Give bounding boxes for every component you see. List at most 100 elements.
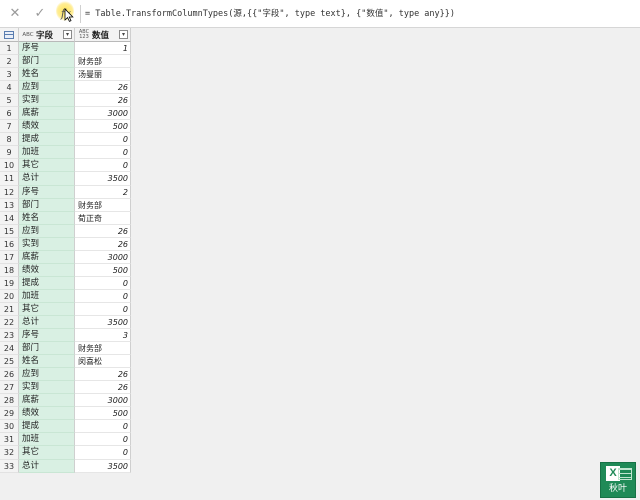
field-cell[interactable]: 加班 bbox=[19, 433, 75, 447]
value-cell[interactable]: 0 bbox=[75, 420, 131, 434]
field-cell[interactable]: 应到 bbox=[19, 224, 75, 238]
field-cell[interactable]: 提成 bbox=[19, 133, 75, 147]
row-number[interactable]: 30 bbox=[0, 420, 19, 434]
field-cell[interactable]: 序号 bbox=[19, 185, 75, 199]
row-number[interactable]: 25 bbox=[0, 355, 19, 369]
field-cell[interactable]: 绩效 bbox=[19, 120, 75, 134]
row-number[interactable]: 24 bbox=[0, 342, 19, 356]
row-number[interactable]: 7 bbox=[0, 120, 19, 134]
value-cell[interactable]: 0 bbox=[75, 302, 131, 316]
field-cell[interactable]: 加班 bbox=[19, 146, 75, 160]
row-number[interactable]: 3 bbox=[0, 68, 19, 82]
value-cell[interactable]: 0 bbox=[75, 433, 131, 447]
field-cell[interactable]: 实到 bbox=[19, 237, 75, 251]
value-cell[interactable]: 3500 bbox=[75, 172, 131, 186]
value-cell[interactable]: 0 bbox=[75, 289, 131, 303]
field-cell[interactable]: 实到 bbox=[19, 381, 75, 395]
field-cell[interactable]: 应到 bbox=[19, 368, 75, 382]
row-number[interactable]: 9 bbox=[0, 146, 19, 160]
field-cell[interactable]: 应到 bbox=[19, 81, 75, 95]
row-number[interactable]: 16 bbox=[0, 237, 19, 251]
field-cell[interactable]: 其它 bbox=[19, 446, 75, 460]
field-cell[interactable]: 底薪 bbox=[19, 394, 75, 408]
field-cell[interactable]: 底薪 bbox=[19, 250, 75, 264]
column-header-value[interactable]: ABC 123 数值 ▾ bbox=[75, 28, 131, 42]
row-number[interactable]: 29 bbox=[0, 407, 19, 421]
filter-dropdown-icon[interactable]: ▾ bbox=[119, 30, 128, 39]
value-cell[interactable]: 0 bbox=[75, 133, 131, 147]
field-cell[interactable]: 总计 bbox=[19, 315, 75, 330]
row-number[interactable]: 10 bbox=[0, 159, 19, 173]
row-number[interactable]: 19 bbox=[0, 276, 19, 290]
field-cell[interactable]: 底薪 bbox=[19, 107, 75, 121]
field-cell[interactable]: 总计 bbox=[19, 172, 75, 186]
value-cell[interactable]: 财务部 bbox=[75, 55, 131, 69]
value-cell[interactable]: 0 bbox=[75, 276, 131, 290]
row-number[interactable]: 15 bbox=[0, 224, 19, 238]
field-cell[interactable]: 其它 bbox=[19, 159, 75, 173]
check-icon[interactable]: ✓ bbox=[31, 5, 49, 23]
field-cell[interactable]: 序号 bbox=[19, 42, 75, 56]
value-cell[interactable]: 3 bbox=[75, 329, 131, 343]
field-cell[interactable]: 姓名 bbox=[19, 211, 75, 225]
row-number[interactable]: 33 bbox=[0, 459, 19, 473]
row-number[interactable]: 12 bbox=[0, 185, 19, 199]
field-cell[interactable]: 绩效 bbox=[19, 263, 75, 277]
row-number[interactable]: 4 bbox=[0, 81, 19, 95]
value-cell[interactable]: 500 bbox=[75, 120, 131, 134]
value-cell[interactable]: 3000 bbox=[75, 107, 131, 121]
row-number[interactable]: 31 bbox=[0, 433, 19, 447]
value-cell[interactable]: 0 bbox=[75, 146, 131, 160]
value-cell[interactable]: 26 bbox=[75, 94, 131, 108]
field-cell[interactable]: 部门 bbox=[19, 342, 75, 356]
text-type-icon[interactable]: ABC bbox=[21, 32, 35, 38]
row-number[interactable]: 2 bbox=[0, 55, 19, 69]
row-number[interactable]: 6 bbox=[0, 107, 19, 121]
value-cell[interactable]: 26 bbox=[75, 237, 131, 251]
value-cell[interactable]: 财务部 bbox=[75, 198, 131, 212]
row-number[interactable]: 22 bbox=[0, 315, 19, 330]
row-number[interactable]: 17 bbox=[0, 250, 19, 264]
value-cell[interactable]: 财务部 bbox=[75, 342, 131, 356]
row-number[interactable]: 32 bbox=[0, 446, 19, 460]
field-cell[interactable]: 其它 bbox=[19, 302, 75, 316]
row-number[interactable]: 18 bbox=[0, 263, 19, 277]
field-cell[interactable]: 姓名 bbox=[19, 68, 75, 82]
value-cell[interactable]: 26 bbox=[75, 368, 131, 382]
value-cell[interactable]: 26 bbox=[75, 224, 131, 238]
value-cell[interactable]: 1 bbox=[75, 42, 131, 56]
value-cell[interactable]: 闵喜松 bbox=[75, 355, 131, 369]
any-type-icon[interactable]: ABC 123 bbox=[77, 29, 91, 40]
row-number[interactable]: 13 bbox=[0, 198, 19, 212]
field-cell[interactable]: 部门 bbox=[19, 198, 75, 212]
table-menu-button[interactable] bbox=[0, 28, 19, 42]
value-cell[interactable]: 汤曼丽 bbox=[75, 68, 131, 82]
field-cell[interactable]: 部门 bbox=[19, 55, 75, 69]
field-cell[interactable]: 加班 bbox=[19, 289, 75, 303]
value-cell[interactable]: 500 bbox=[75, 407, 131, 421]
formula-input[interactable]: = Table.TransformColumnTypes(源,{{"字段", t… bbox=[85, 6, 455, 22]
value-cell[interactable]: 26 bbox=[75, 381, 131, 395]
value-cell[interactable]: 3000 bbox=[75, 394, 131, 408]
field-cell[interactable]: 绩效 bbox=[19, 407, 75, 421]
value-cell[interactable]: 荀正奇 bbox=[75, 211, 131, 225]
value-cell[interactable]: 2 bbox=[75, 185, 131, 199]
value-cell[interactable]: 0 bbox=[75, 159, 131, 173]
column-header-field[interactable]: ABC 字段 ▾ bbox=[19, 28, 75, 42]
field-cell[interactable]: 总计 bbox=[19, 459, 75, 473]
row-number[interactable]: 20 bbox=[0, 289, 19, 303]
row-number[interactable]: 26 bbox=[0, 368, 19, 382]
row-number[interactable]: 23 bbox=[0, 329, 19, 343]
field-cell[interactable]: 提成 bbox=[19, 276, 75, 290]
value-cell[interactable]: 0 bbox=[75, 446, 131, 460]
filter-dropdown-icon[interactable]: ▾ bbox=[63, 30, 72, 39]
field-cell[interactable]: 序号 bbox=[19, 329, 75, 343]
row-number[interactable]: 11 bbox=[0, 172, 19, 186]
row-number[interactable]: 28 bbox=[0, 394, 19, 408]
value-cell[interactable]: 3500 bbox=[75, 459, 131, 473]
row-number[interactable]: 14 bbox=[0, 211, 19, 225]
value-cell[interactable]: 3000 bbox=[75, 250, 131, 264]
row-number[interactable]: 5 bbox=[0, 94, 19, 108]
value-cell[interactable]: 26 bbox=[75, 81, 131, 95]
value-cell[interactable]: 500 bbox=[75, 263, 131, 277]
